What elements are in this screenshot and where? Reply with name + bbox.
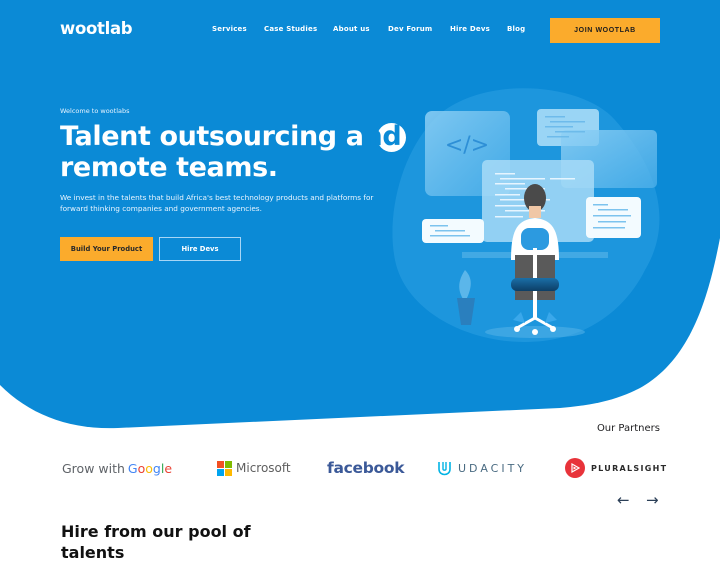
highlight-text: nd <box>363 121 402 152</box>
hero-buttons: Build Your Product Hire Devs <box>60 237 241 261</box>
microsoft-icon <box>217 460 232 476</box>
partner-logo-pluralsight: PLURALSIGHT <box>565 457 667 479</box>
nav-link-hire-devs[interactable]: Hire Devs <box>450 25 490 33</box>
headline-highlight: nd <box>363 121 406 152</box>
google-wordmark: Google <box>127 460 173 476</box>
wootlab-logo[interactable]: wootlab <box>60 19 133 38</box>
partner-logo-udacity: UDACITY <box>437 457 527 479</box>
microsoft-label: Microsoft <box>236 461 291 475</box>
nav-link-case-studies[interactable]: Case Studies <box>264 25 317 33</box>
nav-link-blog[interactable]: Blog <box>507 25 525 33</box>
nav-link-dev-forum[interactable]: Dev Forum <box>388 25 432 33</box>
build-your-product-button[interactable]: Build Your Product <box>60 237 153 261</box>
code-brackets-icon: </> <box>445 133 489 158</box>
developer-illustration: </> <box>392 88 660 342</box>
join-wootlab-button[interactable]: JOIN WOOTLAB <box>550 18 660 43</box>
pluralsight-label: PLURALSIGHT <box>591 463 668 473</box>
nav-link-services[interactable]: Services <box>212 25 247 33</box>
headline-line2: remote teams. <box>60 152 278 183</box>
hero-text: Welcome to wootlabs Talent outsourcing a… <box>60 107 406 214</box>
pluralsight-icon <box>565 458 585 478</box>
top-navigation: wootlab Services Case Studies About us D… <box>0 0 720 60</box>
nav-link-about-us[interactable]: About us <box>333 25 370 33</box>
udacity-label: UDACITY <box>458 461 528 475</box>
partners-title: Our Partners <box>596 423 660 434</box>
partners-prev-arrow-icon[interactable]: ← <box>617 492 630 508</box>
google-prefix-text: Grow with <box>62 460 125 476</box>
udacity-icon <box>438 462 451 476</box>
facebook-label: facebook <box>327 459 405 477</box>
partner-logo-microsoft: Microsoft <box>217 457 291 479</box>
welcome-label: Welcome to wootlabs <box>60 107 130 115</box>
hero-headline: Talent outsourcing a nd remote teams. <box>60 121 406 183</box>
headline-line1: Talent outsourcing a <box>60 121 364 152</box>
partner-logo-grow-with-google: Grow with Google <box>62 457 172 479</box>
hire-devs-button[interactable]: Hire Devs <box>159 237 241 261</box>
hero-subtext: We invest in the talents that build Afri… <box>60 193 374 213</box>
partner-logo-facebook: facebook <box>327 457 405 479</box>
partners-next-arrow-icon[interactable]: → <box>646 492 659 508</box>
talent-pool-heading: Hire from our pool of talents <box>61 522 251 562</box>
